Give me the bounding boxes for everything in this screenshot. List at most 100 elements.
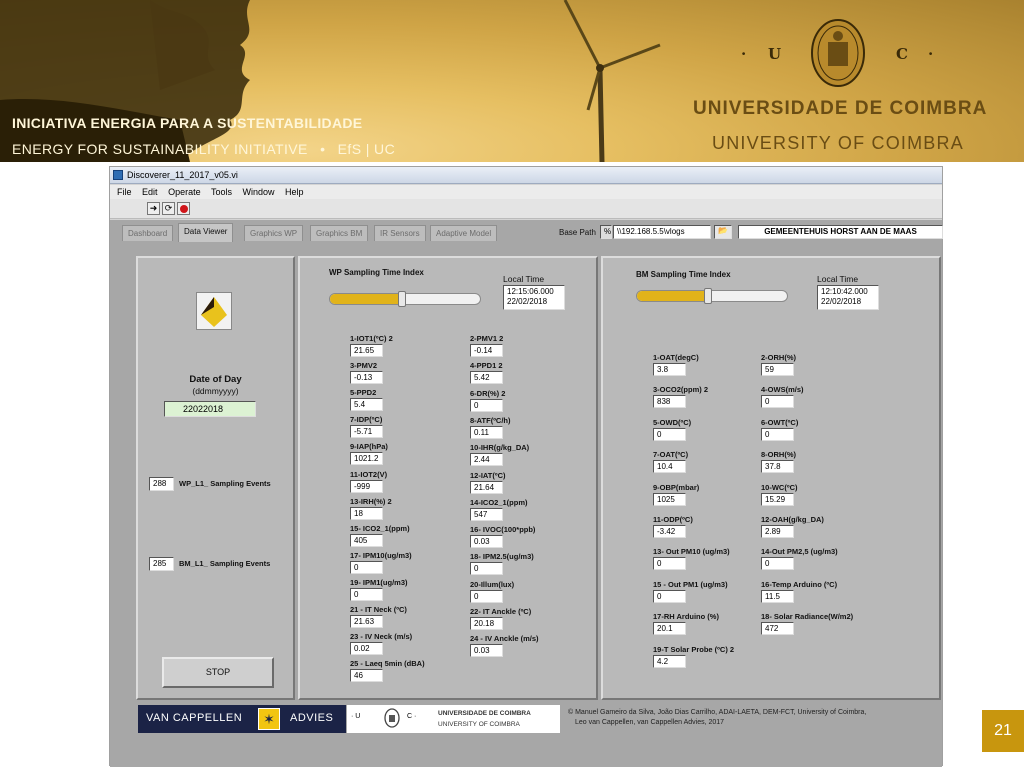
university-name-pt: UNIVERSIDADE DE COIMBRA — [693, 98, 988, 119]
indicator-value: -3.42 — [653, 525, 686, 538]
wp-panel: WP Sampling Time Index Local Time 12:15:… — [298, 256, 598, 700]
indicator-value: 547 — [470, 507, 503, 521]
menu-tools[interactable]: Tools — [211, 187, 232, 197]
bm-title: BM Sampling Time Index — [636, 270, 731, 279]
indicator-value: 0 — [761, 395, 794, 409]
tab-graphics-bm[interactable]: Graphics BM — [310, 225, 369, 241]
uc-footer-logo: · U C · UNIVERSIDADE DE COIMBRA UNIVERSI… — [347, 705, 560, 733]
uc-footer-name-pt: UNIVERSIDADE DE COIMBRA — [438, 710, 531, 717]
bm-slider-knob[interactable] — [704, 288, 712, 304]
indicator-value: 0 — [761, 427, 794, 441]
bm-local-time-value: 12:10:42.000 — [821, 287, 868, 296]
indicator-label: 13- Out PM10 (ug/m3) — [653, 547, 730, 557]
vca-name-left: VAN CAPPELLEN — [146, 712, 243, 724]
indicator-value: 0 — [470, 562, 503, 576]
indicator-label: 19- IPM1(ug/m3) — [350, 577, 408, 587]
tab-ir-sensors[interactable]: IR Sensors — [374, 225, 426, 241]
indicator-value: 2.89 — [761, 525, 794, 538]
indicator-label: 21 - IT Neck (ºC) — [350, 605, 407, 614]
header-banner: INICIATIVA ENERGIA PARA A SUSTENTABILIDA… — [0, 0, 1024, 162]
abort-icon[interactable] — [177, 202, 190, 215]
indicator-value: 21.64 — [470, 480, 503, 494]
indicator-value: 46 — [350, 669, 383, 683]
indicator-label: 24 - IV Anckle (m/s) — [470, 634, 539, 644]
indicator-value: 20.1 — [653, 622, 686, 636]
uc-letter-c: C — [896, 45, 908, 63]
indicator-value: 18 — [350, 506, 383, 520]
indicator-value: 10.4 — [653, 460, 686, 474]
wp-slider-knob[interactable] — [398, 291, 406, 307]
run-arrow-icon[interactable]: ➜ — [147, 202, 160, 215]
menu-window[interactable]: Window — [242, 187, 274, 197]
base-path-label: Base Path — [559, 228, 596, 237]
indicator-label: 6-DR(%) 2 — [470, 388, 506, 398]
indicator-value: 0 — [350, 560, 383, 574]
run-continuous-icon[interactable]: ⟳ — [162, 202, 175, 215]
stop-button[interactable]: STOP — [162, 657, 274, 688]
uc-footer-letter-c: C · — [407, 713, 417, 720]
indicator-value: 5.42 — [470, 371, 503, 385]
org-name-en: ENERGY FOR SUSTAINABILITY INITIATIVE • E… — [12, 141, 395, 157]
bm-local-time: 12:10:42.000 22/02/2018 — [817, 285, 879, 310]
credits: © Manuel Gameiro da Silva, João Dias Car… — [568, 708, 866, 728]
tab-adaptive-model[interactable]: Adaptive Model — [430, 225, 498, 241]
tab-graphics-wp[interactable]: Graphics WP — [244, 225, 304, 241]
wp-local-date-value: 22/02/2018 — [507, 297, 548, 306]
indicator-value: -5.71 — [350, 425, 383, 439]
indicator-value: 59 — [761, 363, 794, 376]
menu-operate[interactable]: Operate — [168, 187, 201, 197]
menu-bar: File Edit Operate Tools Window Help — [110, 185, 942, 199]
indicator-value: 3.8 — [653, 363, 686, 376]
indicator-value: 1025 — [653, 492, 686, 506]
tab-dashboard[interactable]: Dashboard — [122, 225, 174, 241]
van-cappellen-logo: VAN CAPPELLEN ✶ ADVIES — [138, 705, 346, 733]
vi-icon — [113, 170, 123, 180]
vca-name-right: ADVIES — [290, 712, 334, 724]
indicator-value: 472 — [761, 622, 794, 636]
slide-number: 21 — [982, 710, 1024, 752]
indicator-value: 0 — [653, 557, 686, 571]
uc-dot-left: · — [741, 45, 747, 63]
date-input[interactable]: 22022018 — [164, 401, 256, 417]
indicator-label: 11-ODP(ºC) — [653, 515, 693, 524]
indicator-value: 0.03 — [470, 644, 503, 658]
indicator-label: 18- IPM2.5(ug/m3) — [470, 552, 534, 562]
menu-help[interactable]: Help — [285, 187, 304, 197]
uc-footer-letters: · U — [351, 713, 361, 720]
folder-browse-icon[interactable]: 📂 — [714, 225, 732, 239]
tab-data-viewer[interactable]: Data Viewer — [178, 223, 234, 242]
indicator-value: 0 — [470, 589, 503, 603]
bm-slider-fill — [637, 291, 708, 301]
indicator-label: 1-OAT(degC) — [653, 353, 699, 362]
indicator-value: 0 — [350, 587, 383, 601]
wp-local-time: 12:15:06.000 22/02/2018 — [503, 285, 565, 310]
path-prefix: % — [600, 225, 612, 239]
municipality-logo — [196, 292, 232, 330]
indicator-value: -0.13 — [350, 371, 383, 385]
wp-title: WP Sampling Time Index — [329, 268, 424, 277]
indicator-label: 3-OCO2(ppm) 2 — [653, 385, 709, 395]
bm-time-slider[interactable] — [636, 288, 788, 304]
indicator-value: 21.65 — [350, 344, 383, 357]
star-icon: ✶ — [258, 708, 280, 730]
org-bullet: • — [320, 141, 326, 157]
indicator-label: 17-RH Arduino (%) — [653, 612, 719, 622]
base-path-input[interactable]: \\192.168.5.5\vlogs — [613, 225, 711, 239]
indicator-label: 10-IHR(g/kg_DA) — [470, 443, 530, 453]
window-title: Discoverer_11_2017_v05.vi — [127, 170, 238, 180]
indicator-label: 10-WC(ºC) — [761, 482, 798, 492]
wp-time-slider[interactable] — [329, 291, 481, 307]
menu-file[interactable]: File — [117, 187, 132, 197]
wp-slider-fill — [330, 294, 402, 304]
window-titlebar[interactable]: Discoverer_11_2017_v05.vi — [110, 167, 942, 184]
site-name-display: GEMEENTEHUIS HORST AAN DE MAAS — [738, 225, 943, 239]
indicator-label: 17- IPM10(ug/m3) — [350, 550, 412, 560]
toolbar: ➜ ⟳ — [110, 199, 942, 219]
indicator-label: 14-Out PM2,5 (ug/m3) — [761, 547, 838, 557]
wp-events-value: 288 — [149, 477, 174, 491]
org-name-pt: INICIATIVA ENERGIA PARA A SUSTENTABILIDA… — [12, 115, 363, 131]
indicator-label: 20-Illum(lux) — [470, 579, 515, 589]
university-name-en: UNIVERSITY OF COIMBRA — [712, 133, 964, 153]
menu-edit[interactable]: Edit — [142, 187, 158, 197]
indicator-value: 0.02 — [350, 642, 383, 656]
